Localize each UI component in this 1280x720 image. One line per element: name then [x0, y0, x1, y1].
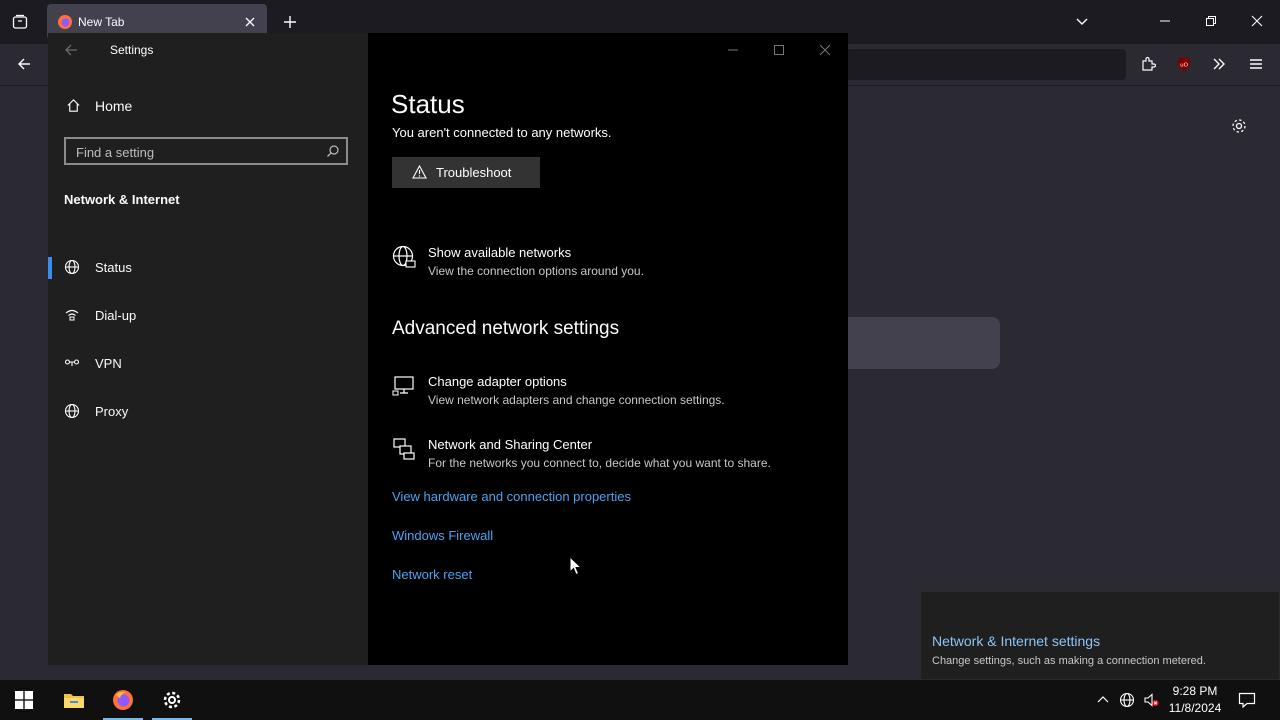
restore-icon[interactable]	[1199, 9, 1223, 33]
row-subtitle: View the connection options around you.	[428, 264, 644, 278]
hardware-properties-link[interactable]: View hardware and connection properties	[392, 489, 631, 504]
list-tabs-icon[interactable]	[1070, 9, 1094, 33]
row-title: Network and Sharing Center	[428, 437, 593, 452]
advanced-heading: Advanced network settings	[392, 318, 620, 339]
sidebar-item-label: Dial-up	[95, 308, 137, 323]
mouse-cursor-icon	[569, 556, 583, 576]
firefox-taskbar-button[interactable]	[99, 680, 147, 720]
sidebar-item-label: VPN	[95, 356, 122, 371]
start-button[interactable]	[0, 680, 48, 720]
system-clock[interactable]: 9:28 PM 11/8/2024	[1160, 683, 1230, 717]
globe-status-icon	[64, 259, 80, 275]
taskbar: 9:28 PM 11/8/2024	[0, 680, 1280, 720]
sharing-center-icon	[393, 438, 415, 460]
folder-icon	[64, 694, 84, 708]
change-adapter-options-item[interactable]: Change adapter options View network adap…	[392, 374, 832, 414]
find-setting-search[interactable]	[64, 137, 348, 165]
page-title: Status	[391, 89, 465, 119]
search-input[interactable]	[74, 142, 318, 162]
menu-icon[interactable]	[1244, 52, 1268, 76]
vpn-icon	[64, 359, 80, 366]
network-globe-icon[interactable]	[1117, 690, 1137, 710]
svg-text:uO: uO	[1180, 63, 1188, 69]
file-explorer-button[interactable]	[50, 680, 98, 720]
close-tab-icon[interactable]	[241, 13, 259, 31]
minimize-icon[interactable]	[1153, 9, 1177, 33]
row-subtitle: For the networks you connect to, decide …	[428, 456, 771, 470]
show-networks-item[interactable]: Show available networks View the connect…	[392, 245, 832, 285]
windows-firewall-link[interactable]: Windows Firewall	[392, 528, 493, 543]
globe-network-icon	[392, 245, 416, 268]
sidebar-item-dial-up[interactable]: Dial-up	[48, 295, 368, 335]
network-sharing-center-item[interactable]: Network and Sharing Center For the netwo…	[392, 437, 832, 477]
tab-overview-icon[interactable]	[8, 10, 32, 34]
network-settings-notification[interactable]: Network & Internet settings Change setti…	[920, 591, 1280, 680]
settings-taskbar-button[interactable]	[148, 680, 196, 720]
connection-status-text: You aren't connected to any networks.	[392, 125, 612, 140]
troubleshoot-button[interactable]: Troubleshoot	[392, 157, 540, 188]
close-icon[interactable]	[810, 41, 840, 59]
close-window-icon[interactable]	[1245, 9, 1269, 33]
network-reset-link[interactable]: Network reset	[392, 567, 472, 582]
sidebar-item-label: Status	[95, 260, 132, 275]
back-arrow-icon[interactable]	[12, 52, 36, 76]
warning-icon	[412, 165, 427, 179]
row-subtitle: View network adapters and change connect…	[428, 393, 725, 407]
home-icon	[67, 99, 80, 112]
troubleshoot-label: Troubleshoot	[436, 165, 512, 180]
settings-sidebar: Settings Home Network & Internet Status …	[48, 33, 368, 665]
back-arrow-icon[interactable]	[62, 41, 80, 59]
settings-main-pane: Status You aren't connected to any netwo…	[368, 33, 848, 665]
clock-date: 11/8/2024	[1168, 701, 1222, 715]
sidebar-item-label: Proxy	[95, 404, 129, 419]
new-tab-icon[interactable]	[278, 10, 302, 34]
firefox-icon	[113, 690, 133, 710]
maximize-icon[interactable]	[764, 41, 794, 59]
search-icon[interactable]	[326, 144, 340, 158]
section-heading: Network & Internet	[64, 192, 180, 207]
sidebar-item-proxy[interactable]: Proxy	[48, 391, 368, 431]
dial-up-icon	[65, 309, 79, 321]
minimize-icon[interactable]	[718, 41, 748, 59]
active-indicator	[48, 257, 52, 279]
app-title: Settings	[110, 43, 154, 57]
gear-icon	[163, 691, 181, 709]
monitor-network-icon	[392, 376, 414, 396]
action-center-icon[interactable]	[1237, 690, 1257, 710]
tab-title: New Tab	[78, 15, 125, 29]
firefox-icon	[58, 15, 72, 29]
speaker-muted-icon[interactable]	[1141, 690, 1161, 710]
overflow-chevron-icon[interactable]	[1207, 52, 1231, 76]
search-card[interactable]	[846, 317, 1000, 369]
chevron-up-icon[interactable]	[1093, 690, 1113, 710]
page-settings-gear-icon[interactable]	[1227, 114, 1251, 138]
home-nav-item[interactable]: Home	[64, 95, 344, 117]
url-bar[interactable]	[846, 49, 1126, 80]
sidebar-item-status[interactable]: Status	[48, 247, 368, 287]
home-label: Home	[95, 98, 133, 114]
notification-subtitle: Change settings, such as making a connec…	[932, 655, 1206, 667]
extensions-icon[interactable]	[1136, 52, 1160, 76]
sidebar-item-vpn[interactable]: VPN	[48, 343, 368, 383]
globe-icon	[64, 403, 80, 419]
clock-time: 9:28 PM	[1172, 684, 1218, 698]
windows-logo-icon	[15, 691, 33, 709]
row-title: Show available networks	[428, 245, 572, 260]
notification-title[interactable]: Network & Internet settings	[932, 633, 1100, 649]
settings-window: Settings Home Network & Internet Status …	[48, 33, 848, 665]
row-title: Change adapter options	[428, 374, 567, 389]
ublock-icon[interactable]: uO	[1172, 52, 1196, 76]
